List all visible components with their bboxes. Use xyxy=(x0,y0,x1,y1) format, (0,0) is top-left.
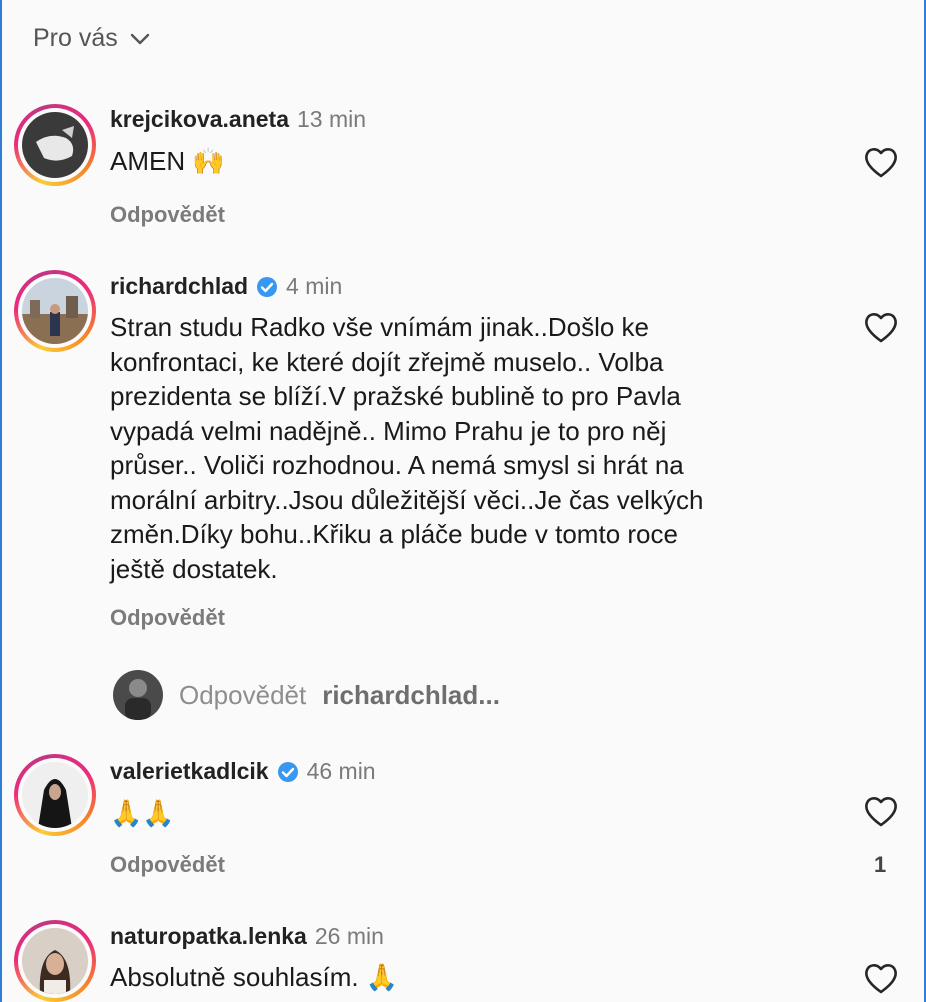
heart-icon[interactable] xyxy=(863,145,899,179)
avatar[interactable] xyxy=(14,270,96,352)
comment-text-line: průser.. Voliči rozhodnou. A nemá smysl … xyxy=(110,450,684,480)
avatar[interactable] xyxy=(14,920,96,1002)
comment-text-line: ještě dostatek. xyxy=(110,553,278,584)
chevron-down-icon xyxy=(130,33,149,44)
avatar[interactable] xyxy=(14,754,96,836)
frame-edge-left xyxy=(0,0,2,1002)
comment-text: AMEN 🙌 xyxy=(110,144,830,180)
sort-label: Pro vás xyxy=(33,24,118,52)
comment-text: Stran studu Radko vše vnímám jinak..Došl… xyxy=(110,310,830,586)
comment-text: Absolutně souhlasím. 🙏 xyxy=(110,960,830,996)
reply-button[interactable]: Odpovědět xyxy=(110,852,225,878)
comment-text-content: AMEN xyxy=(110,146,186,176)
current-user-avatar xyxy=(113,670,163,720)
comment-text: 🙏🙏 xyxy=(110,796,830,832)
comment-username[interactable]: krejcikova.aneta xyxy=(110,106,289,133)
comment-time: 46 min xyxy=(306,758,376,784)
comment-text-line: morální arbitry..Jsou důležitější věci..… xyxy=(110,484,704,515)
comment-text-line: Stran studu Radko vše vnímám jinak..Došl… xyxy=(110,312,650,342)
avatar[interactable] xyxy=(14,104,96,186)
heart-icon[interactable] xyxy=(863,794,899,828)
raising-hands-emoji: 🙌 xyxy=(192,147,225,177)
reply-target-user: richardchlad... xyxy=(322,679,500,710)
reply-input-placeholder: Odpovědět xyxy=(179,679,307,710)
comment-username[interactable]: richardchlad xyxy=(110,273,248,300)
comment-text-line: změn.Díky bohu..Křiku a pláče bude v tom… xyxy=(110,519,678,549)
comment-time: 13 min xyxy=(297,106,367,132)
folded-hands-emoji: 🙏 xyxy=(365,963,399,993)
reply-input[interactable]: Odpovědět richardchlad... xyxy=(113,670,500,720)
verified-badge-icon xyxy=(257,276,278,297)
comment-username[interactable]: valerietkadlcik xyxy=(110,758,269,785)
comment-time: 4 min xyxy=(286,273,343,299)
heart-icon[interactable] xyxy=(863,310,899,344)
heart-icon[interactable] xyxy=(863,961,899,995)
comment-username[interactable]: naturopatka.lenka xyxy=(110,923,307,950)
comment-time: 26 min xyxy=(314,923,384,949)
verified-badge-icon xyxy=(277,761,298,782)
reply-button[interactable]: Odpovědět xyxy=(110,202,225,228)
comment-text-content: Absolutně souhlasím. xyxy=(110,962,359,992)
like-count: 1 xyxy=(874,852,887,877)
comment-text-line: prezidenta se blíží.V pražské bublině to… xyxy=(110,381,681,411)
comment-text-line: vypadá velmi nadějně.. Mimo Prahu je to … xyxy=(110,415,667,446)
reply-button[interactable]: Odpovědět xyxy=(110,605,225,631)
comment-text-line: konfrontaci, ke které dojít zřejmě musel… xyxy=(110,346,664,377)
folded-hands-emoji: 🙏🙏 xyxy=(110,799,175,829)
sort-dropdown[interactable]: Pro vás xyxy=(33,24,152,53)
